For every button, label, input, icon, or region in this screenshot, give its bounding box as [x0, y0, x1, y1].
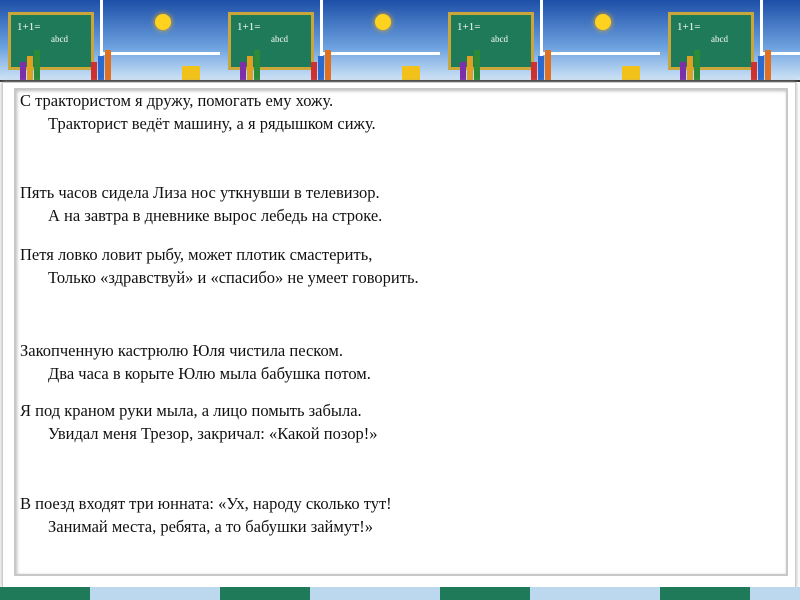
pencil-icon	[247, 56, 253, 80]
board-text-2: abcd	[711, 34, 728, 44]
sun-icon	[155, 14, 171, 30]
stanza-4-line-1: Закопченную кастрюлю Юля чистила песком.	[20, 341, 343, 360]
stanza-6-line-2: Занимай места, ребята, а то бабушки займ…	[48, 517, 374, 536]
pencil-icon	[531, 62, 537, 80]
pencil-cup-icon	[622, 66, 640, 80]
pencil-icon	[34, 50, 40, 80]
sun-icon	[595, 14, 611, 30]
board-text: 1+1=	[17, 21, 41, 33]
stanza-1-line-2: Тракторист ведёт машину, а я рядышком си…	[48, 114, 376, 133]
pencil-icon	[680, 62, 686, 80]
pencil-icon	[765, 50, 771, 80]
stanza-5-line-1: Я под краном руки мыла, а лицо помыть за…	[20, 401, 362, 420]
banner-tile: 1+1= abcd	[440, 0, 660, 80]
stanza-6-line-1: В поезд входят три юнната: «Ух, народу с…	[20, 494, 392, 513]
pencil-icon	[98, 56, 104, 80]
banner-tile: 1+1= abcd	[220, 0, 440, 80]
pencil-icon	[311, 62, 317, 80]
pencil-icon	[105, 50, 111, 80]
pencil-icon	[27, 56, 33, 80]
pencil-icon	[758, 56, 764, 80]
stanza-4-line-2: Два часа в корыте Юлю мыла бабушка потом…	[48, 364, 371, 383]
window-frame	[100, 52, 220, 55]
pencil-icon	[460, 62, 466, 80]
pencil-icon	[694, 50, 700, 80]
board-text: 1+1=	[677, 21, 701, 33]
sun-icon	[375, 14, 391, 30]
pencil-icon	[467, 56, 473, 80]
pencil-cup-icon	[402, 66, 420, 80]
pencil-icon	[687, 56, 693, 80]
pencil-icon	[240, 62, 246, 80]
stanza-2-line-2: А на завтра в дневнике вырос лебедь на с…	[48, 206, 383, 225]
banner-tile: 1+1= abcd	[0, 0, 220, 80]
decorative-footer	[0, 587, 800, 600]
pencil-icon	[254, 50, 260, 80]
board-text-2: abcd	[51, 34, 68, 44]
window-frame	[540, 52, 660, 55]
pencil-icon	[538, 56, 544, 80]
pencil-icon	[91, 62, 97, 80]
stanza-5-line-2: Увидал меня Трезор, закричал: «Какой поз…	[48, 424, 378, 443]
banner-tile: 1+1= abcd	[660, 0, 800, 80]
stanza-3-line-1: Петя ловко ловит рыбу, может плотик смас…	[20, 245, 373, 264]
stanza-1-line-1: С трактористом я дружу, помогать ему хож…	[20, 91, 334, 110]
pencil-icon	[545, 50, 551, 80]
pencil-icon	[474, 50, 480, 80]
stanza-2-line-1: Пять часов сидела Лиза нос уткнувши в те…	[20, 183, 380, 202]
decorative-banner: 1+1= abcd 1+1= abcd 1+1= abcd 1+1= abcd	[0, 0, 800, 82]
board-text: 1+1=	[457, 21, 481, 33]
pencil-icon	[325, 50, 331, 80]
board-text-2: abcd	[271, 34, 288, 44]
pencil-cup-icon	[182, 66, 200, 80]
window-frame	[320, 52, 440, 55]
pencil-icon	[751, 62, 757, 80]
board-text-2: abcd	[491, 34, 508, 44]
pencil-icon	[318, 56, 324, 80]
board-text: 1+1=	[237, 21, 261, 33]
poem-text: С трактористом я дружу, помогать ему хож…	[20, 89, 419, 538]
pencil-icon	[20, 62, 26, 80]
stanza-3-line-2: Только «здравствуй» и «спасибо» не умеет…	[48, 268, 419, 287]
